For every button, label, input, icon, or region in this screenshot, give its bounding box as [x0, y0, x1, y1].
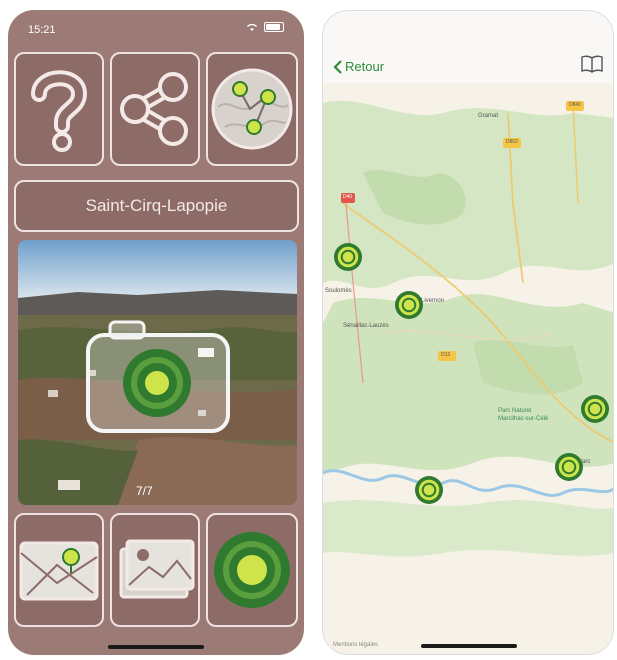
map-pin[interactable]: [334, 243, 362, 271]
share-button[interactable]: [110, 52, 200, 166]
road-label: D840: [569, 102, 581, 108]
map-icon: [19, 541, 99, 601]
help-icon: [31, 70, 88, 152]
status-bar: 15:21: [8, 10, 304, 46]
road-label: D40: [343, 194, 353, 200]
map-place-label: Sénaillac-Lauzès: [343, 323, 389, 329]
status-time: 15:21: [28, 24, 56, 36]
back-label: Retour: [345, 59, 385, 74]
battery-icon: [264, 22, 284, 32]
back-button[interactable]: Retour: [333, 59, 384, 74]
place-photo[interactable]: [18, 240, 297, 505]
share-icon: [120, 72, 188, 146]
right-phone-screen: Retour Gramat Soulomès Sénaillac-Lauzès …: [322, 10, 614, 655]
help-button[interactable]: [14, 52, 104, 166]
locate-button[interactable]: [206, 513, 298, 627]
home-indicator[interactable]: [108, 645, 204, 649]
photos-icon: [119, 539, 195, 599]
road-label: D802: [506, 139, 518, 145]
target-icon: [214, 532, 290, 608]
place-title: Saint-Cirq-Lapopie: [14, 180, 299, 232]
camera-icon[interactable]: [86, 320, 230, 433]
chevron-left-icon: [333, 59, 342, 74]
places-map-button[interactable]: [206, 52, 298, 166]
map-button[interactable]: [14, 513, 104, 627]
legal-link[interactable]: Mentions légales: [333, 642, 378, 648]
map-pin[interactable]: [415, 476, 443, 504]
map-pin[interactable]: [555, 453, 583, 481]
map-pin[interactable]: [395, 291, 423, 319]
left-phone-screen: 15:21 Saint-Cirq-Lapopie 7/7: [8, 10, 304, 655]
map-background: [323, 83, 613, 654]
globe-map-icon: [211, 68, 293, 150]
map-place-label: Livernon: [421, 298, 445, 304]
nav-bar: Retour: [323, 11, 613, 83]
photos-button[interactable]: [110, 513, 200, 627]
home-indicator[interactable]: [421, 644, 517, 648]
map-pin[interactable]: [581, 395, 609, 423]
book-icon[interactable]: [581, 55, 603, 73]
map-place-label: Soulomès: [325, 288, 352, 294]
map-place-label: Gramat: [478, 113, 499, 119]
photo-counter: 7/7: [136, 484, 153, 498]
road-label: D13: [441, 352, 451, 358]
landscape-photo: [18, 240, 297, 505]
map-place-label: Parc Naturel: [498, 408, 532, 414]
wifi-icon: [247, 23, 257, 31]
map-view[interactable]: Gramat Soulomès Sénaillac-Lauzès Liverno…: [323, 83, 613, 654]
map-place-label: Marcilhac-sur-Célé: [498, 416, 549, 422]
status-icons: [246, 22, 284, 32]
